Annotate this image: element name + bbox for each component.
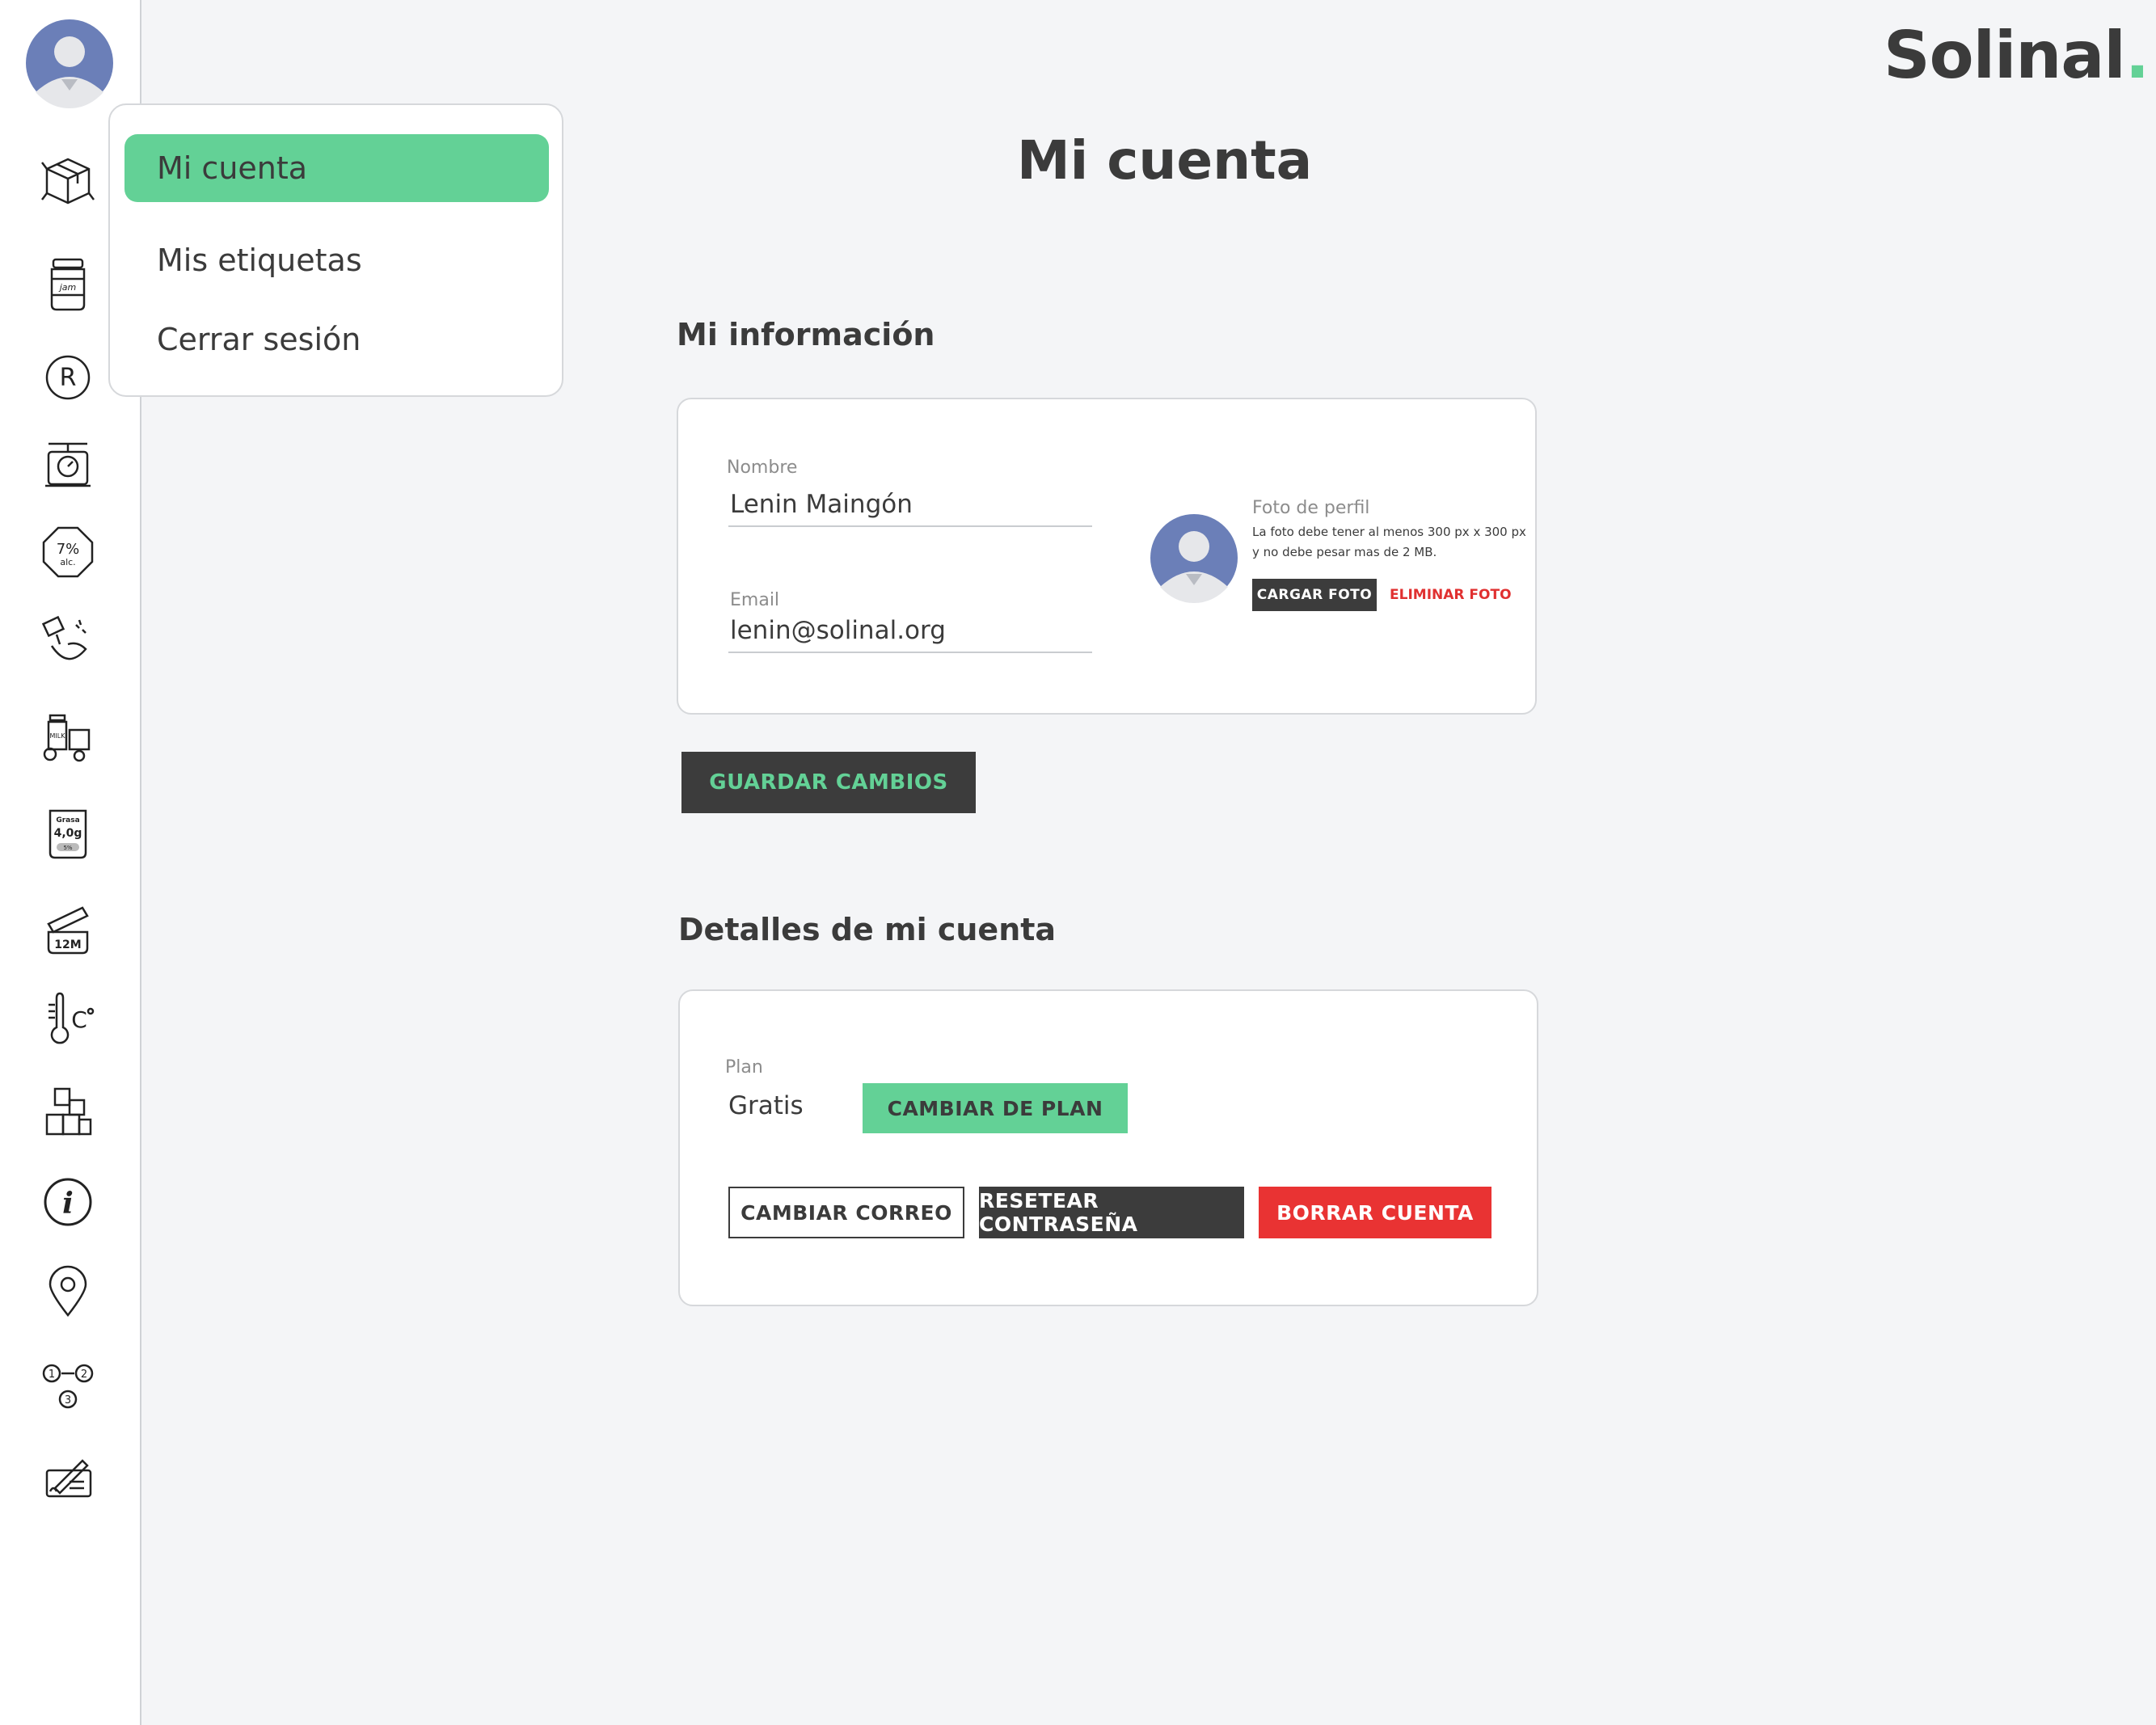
- info-section-title: Mi información: [677, 317, 935, 352]
- name-label: Nombre: [727, 458, 798, 478]
- profile-photo: [1149, 512, 1239, 603]
- name-field[interactable]: [728, 490, 1092, 527]
- boxes-icon[interactable]: [36, 1080, 99, 1143]
- save-changes-button[interactable]: GUARDAR CAMBIOS: [681, 752, 976, 813]
- svg-text:jam: jam: [58, 282, 77, 293]
- email-label: Email: [730, 590, 780, 610]
- change-email-button[interactable]: CAMBIAR CORREO: [728, 1187, 964, 1238]
- svg-text:C: C: [71, 1006, 87, 1033]
- svg-text:7%: 7%: [57, 541, 80, 558]
- photo-label: Foto de perfil: [1252, 498, 1370, 518]
- change-plan-button[interactable]: CAMBIAR DE PLAN: [863, 1083, 1128, 1133]
- email-field[interactable]: [728, 616, 1092, 653]
- page-title: Mi cuenta: [1017, 129, 1313, 192]
- svg-text:3: 3: [65, 1394, 71, 1407]
- temperature-icon[interactable]: C: [36, 988, 99, 1051]
- svg-text:5%: 5%: [63, 845, 72, 851]
- menu-item-cerrar-sesion[interactable]: Cerrar sesión: [124, 306, 549, 373]
- alcohol-percent-icon[interactable]: 7% alc.: [36, 521, 99, 584]
- account-details-card: Plan Gratis CAMBIAR DE PLAN CAMBIAR CORR…: [678, 989, 1538, 1306]
- svg-text:4,0g: 4,0g: [54, 827, 82, 840]
- open-jar-12m-icon[interactable]: 12M: [36, 897, 99, 960]
- plan-value: Gratis: [728, 1091, 804, 1120]
- signature-icon[interactable]: [36, 1447, 99, 1510]
- upload-photo-button[interactable]: CARGAR FOTO: [1252, 579, 1377, 611]
- brand-dot: .: [2124, 18, 2150, 93]
- menu-item-mis-etiquetas[interactable]: Mis etiquetas: [124, 226, 549, 294]
- registered-icon[interactable]: R: [36, 346, 99, 409]
- photo-hint-line1: La foto debe tener al menos 300 px x 300…: [1252, 525, 1526, 539]
- menu-item-mi-cuenta[interactable]: Mi cuenta: [124, 134, 549, 202]
- svg-text:12M: 12M: [54, 938, 81, 951]
- location-pin-icon[interactable]: [36, 1259, 99, 1322]
- steps-icon[interactable]: 1 2 3: [36, 1352, 99, 1415]
- brand-name: Solinal: [1884, 18, 2126, 93]
- svg-text:i: i: [62, 1187, 74, 1221]
- account-dropdown-menu: Mi cuenta Mis etiquetas Cerrar sesión: [108, 103, 563, 397]
- avatar-icon: [26, 19, 113, 108]
- jam-jar-icon[interactable]: jam: [36, 252, 99, 315]
- info-card: Nombre Email Foto de perfil La foto debe…: [677, 398, 1537, 715]
- photo-hint-line2: y no debe pesar mas de 2 MB.: [1252, 545, 1437, 559]
- nutrition-label-icon[interactable]: Grasa 4,0g 5%: [36, 800, 99, 863]
- kitchen-scale-icon[interactable]: [36, 432, 99, 495]
- svg-text:Grasa: Grasa: [56, 816, 79, 825]
- reset-password-button[interactable]: RESETEAR CONTRASEÑA: [979, 1187, 1244, 1238]
- svg-text:R: R: [60, 364, 77, 392]
- svg-text:2: 2: [81, 1369, 87, 1381]
- ingredients-icon[interactable]: MILK: [36, 705, 99, 768]
- account-section-title: Detalles de mi cuenta: [678, 912, 1057, 947]
- box-icon[interactable]: [36, 149, 99, 212]
- brand-logo: Solinal.: [1884, 18, 2150, 93]
- svg-text:MILK: MILK: [50, 732, 66, 740]
- svg-text:1: 1: [49, 1369, 55, 1381]
- pouring-icon[interactable]: [36, 611, 99, 674]
- svg-text:alc.: alc.: [60, 557, 75, 567]
- user-avatar[interactable]: [24, 18, 115, 108]
- profile-avatar-icon: [1150, 514, 1238, 603]
- delete-account-button[interactable]: BORRAR CUENTA: [1259, 1187, 1491, 1238]
- info-icon[interactable]: i: [36, 1170, 99, 1234]
- delete-photo-button[interactable]: ELIMINAR FOTO: [1390, 587, 1512, 603]
- plan-label: Plan: [725, 1057, 763, 1078]
